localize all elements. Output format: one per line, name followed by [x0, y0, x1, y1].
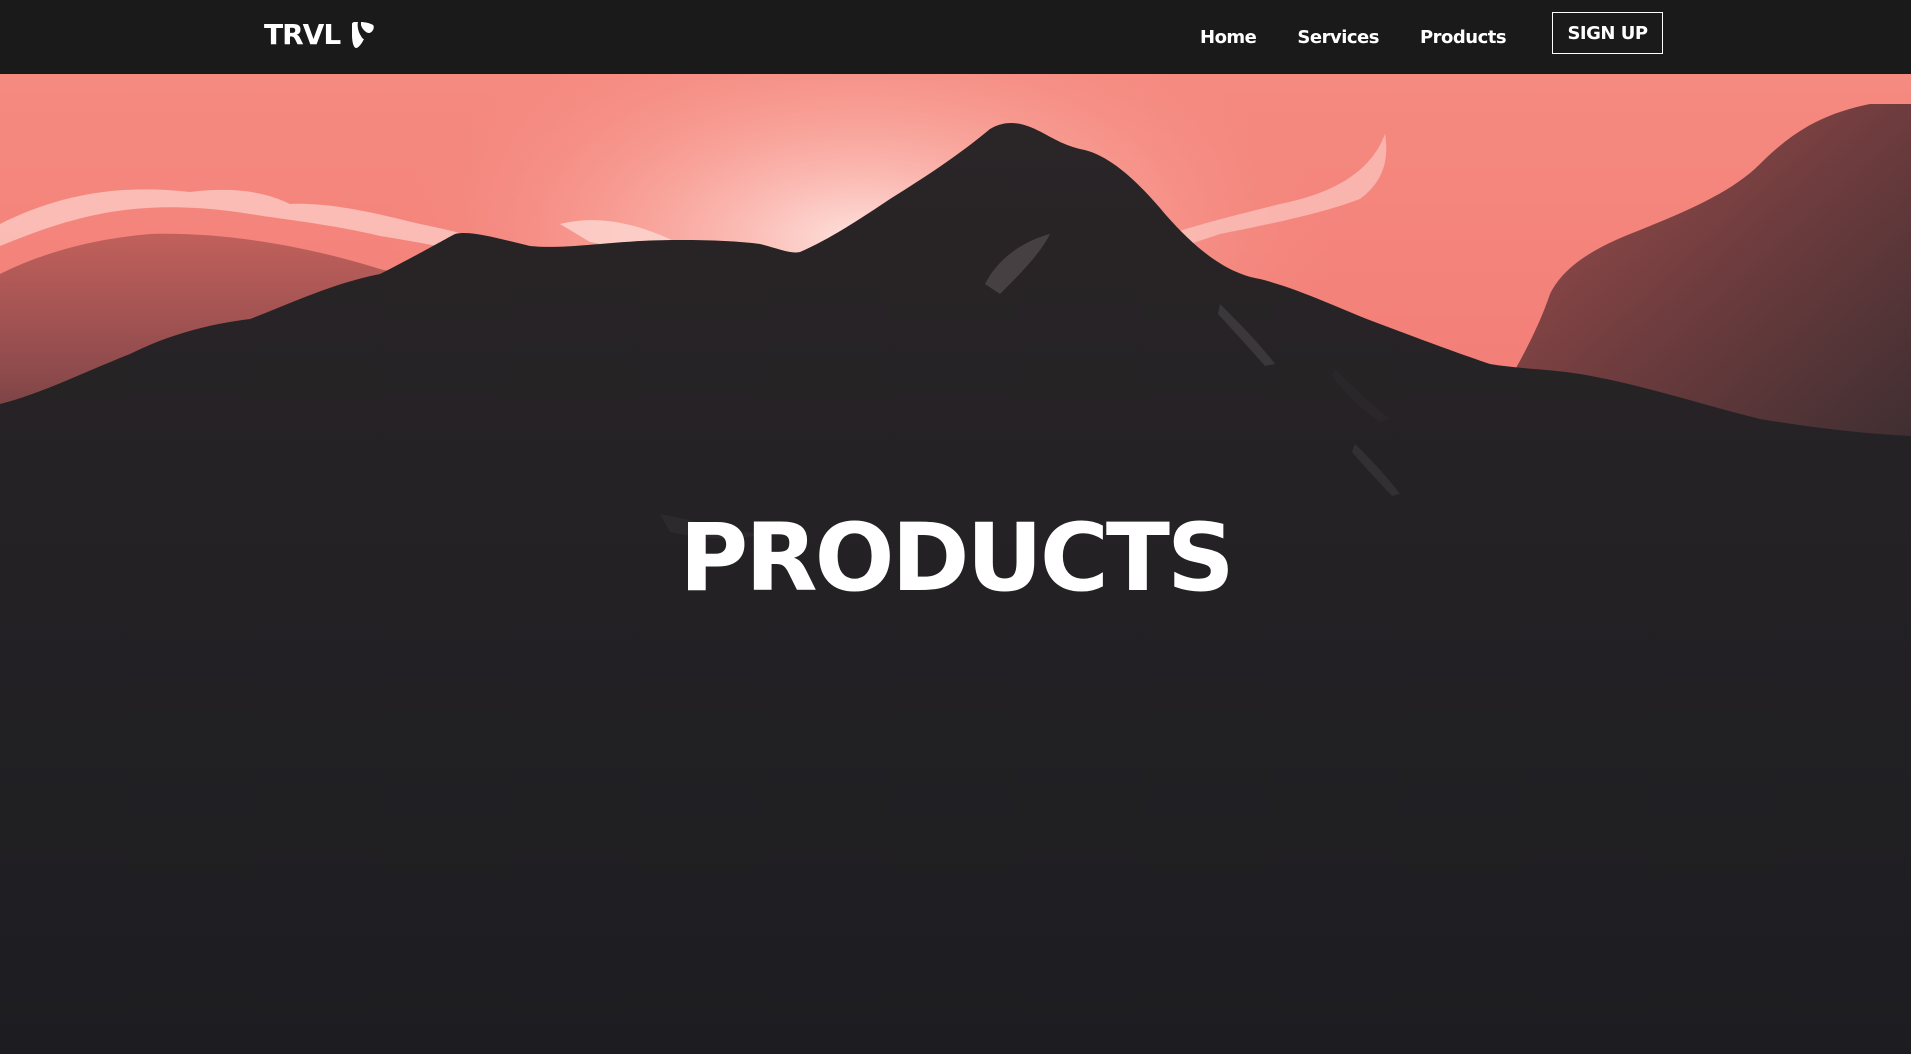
page-title: PRODUCTS: [679, 504, 1234, 613]
navbar: TRVL Home Services Products SIGN UP: [0, 0, 1911, 74]
main-nav: Home Services Products: [1200, 0, 1547, 74]
nav-link-home[interactable]: Home: [1200, 27, 1257, 48]
signup-button[interactable]: SIGN UP: [1552, 12, 1663, 54]
hero-section: PRODUCTS: [0, 74, 1911, 1054]
brand-link[interactable]: TRVL: [264, 18, 376, 52]
typo3-icon: [350, 21, 376, 49]
nav-link-products[interactable]: Products: [1420, 27, 1507, 48]
nav-link-services[interactable]: Services: [1297, 27, 1379, 48]
brand-name: TRVL: [264, 18, 341, 51]
